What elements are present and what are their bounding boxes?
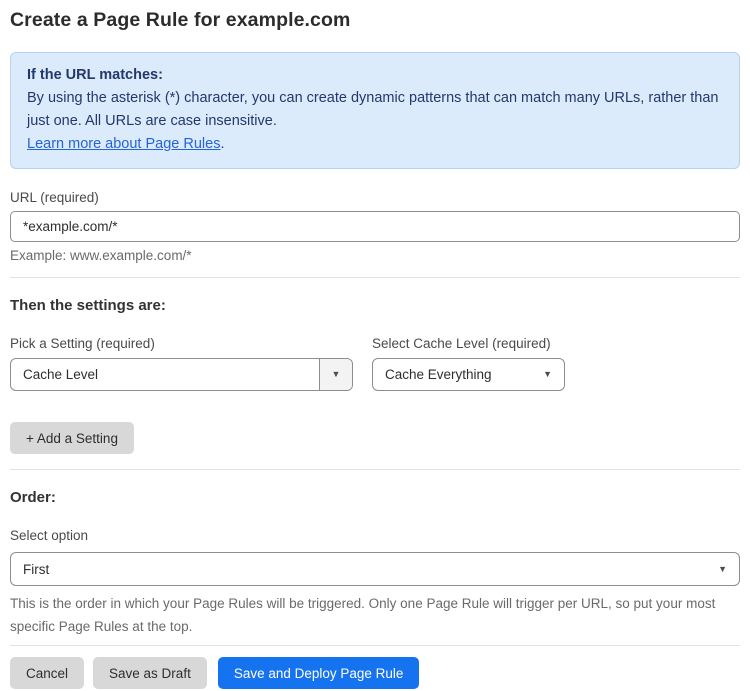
- create-page-rule-form: Create a Page Rule for example.com If th…: [0, 9, 750, 689]
- save-as-draft-button[interactable]: Save as Draft: [93, 657, 207, 689]
- divider: [10, 469, 740, 470]
- settings-row: Pick a Setting (required) Cache Level ▼ …: [10, 315, 740, 391]
- url-example-hint: Example: www.example.com/*: [10, 248, 192, 263]
- chevron-down-icon: ▼: [718, 563, 727, 574]
- chevron-down-icon: ▼: [543, 369, 552, 379]
- form-actions: Cancel Save as Draft Save and Deploy Pag…: [10, 657, 740, 689]
- cache-level-column: Select Cache Level (required) Cache Ever…: [372, 315, 565, 391]
- info-box-link-line: Learn more about Page Rules.: [27, 133, 723, 156]
- setting-picker-value: Cache Level: [23, 367, 99, 382]
- add-setting-button[interactable]: + Add a Setting: [10, 422, 134, 454]
- settings-section-heading: Then the settings are:: [10, 297, 166, 314]
- info-box-body: By using the asterisk (*) character, you…: [27, 90, 719, 129]
- order-dropdown[interactable]: First ▼: [10, 552, 740, 586]
- page-title: Create a Page Rule for example.com: [10, 9, 351, 31]
- cache-level-dropdown[interactable]: Cache Everything ▼: [372, 358, 565, 391]
- info-box-heading: If the URL matches:: [27, 67, 163, 83]
- learn-more-link[interactable]: Learn more about Page Rules: [27, 136, 220, 152]
- cache-level-value: Cache Everything: [385, 367, 492, 382]
- divider: [10, 645, 740, 646]
- order-section-heading: Order:: [10, 489, 56, 506]
- order-description: This is the order in which your Page Rul…: [10, 596, 716, 634]
- url-match-info-box: If the URL matches: By using the asteris…: [10, 52, 740, 169]
- url-input[interactable]: [10, 211, 740, 242]
- link-suffix: .: [220, 136, 225, 152]
- save-and-deploy-button[interactable]: Save and Deploy Page Rule: [217, 657, 420, 689]
- url-field-label: URL (required): [10, 190, 99, 205]
- order-value: First: [23, 561, 50, 577]
- setting-picker-dropdown[interactable]: Cache Level ▼: [10, 358, 353, 391]
- setting-picker-column: Pick a Setting (required) Cache Level ▼: [10, 315, 353, 391]
- order-select-label: Select option: [10, 528, 89, 543]
- chevron-down-icon: ▼: [331, 369, 341, 379]
- divider: [10, 277, 740, 278]
- cache-level-label: Select Cache Level (required): [372, 336, 551, 351]
- cancel-button[interactable]: Cancel: [10, 657, 85, 689]
- setting-picker-label: Pick a Setting (required): [10, 336, 155, 351]
- dropdown-arrow-box: ▼: [319, 359, 352, 390]
